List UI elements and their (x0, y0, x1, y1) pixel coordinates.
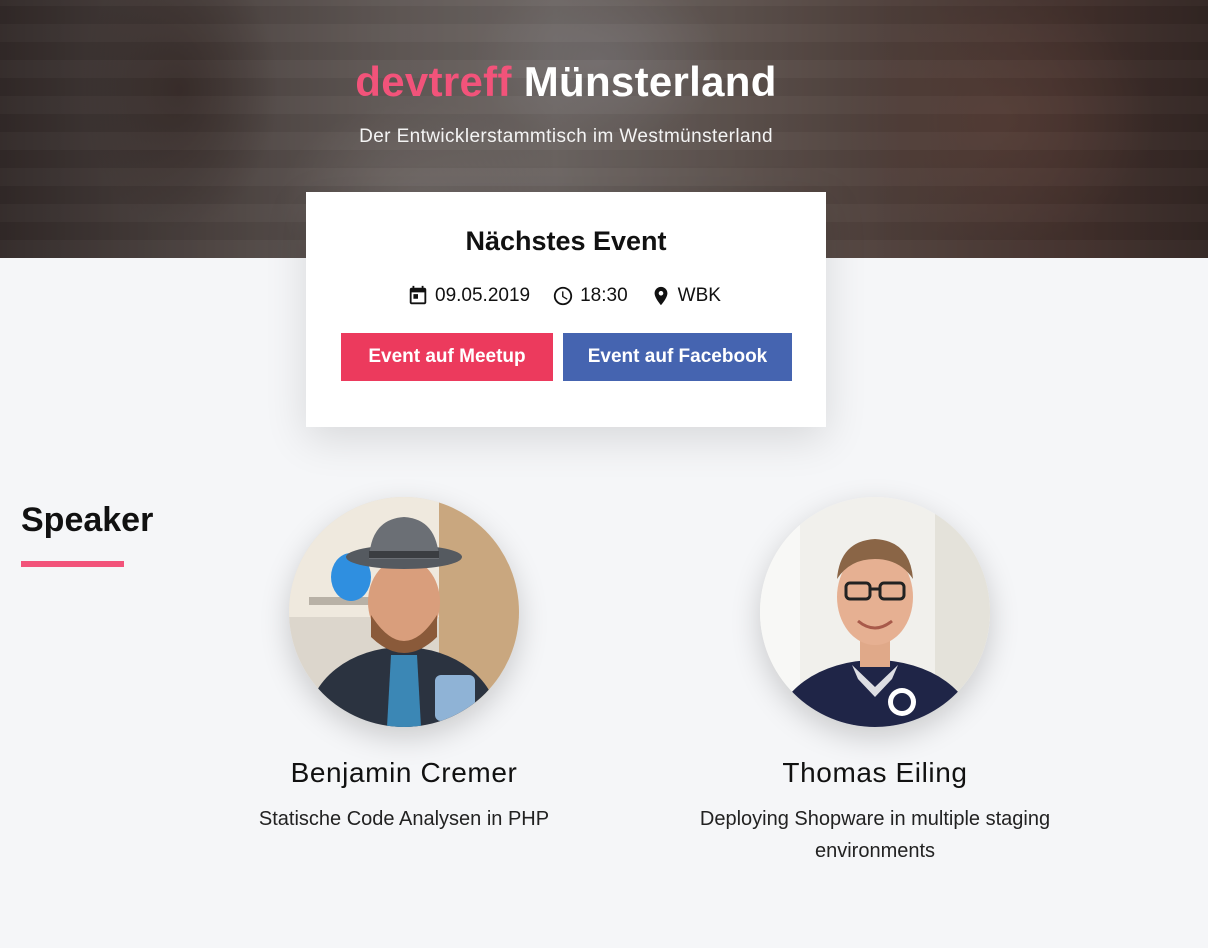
facebook-event-button[interactable]: Event auf Facebook (563, 333, 792, 381)
speaker-photo-benjamin (289, 497, 519, 727)
meetup-event-button[interactable]: Event auf Meetup (341, 333, 553, 381)
speaker-card: Benjamin Cremer Statische Code Analysen … (184, 497, 624, 835)
speaker-name: Thomas Eiling (782, 757, 968, 788)
site-title: devtreff Münsterland (0, 58, 1132, 106)
speaker-section-title: Speaker (21, 501, 154, 539)
site-title-accent: devtreff (355, 58, 512, 105)
next-event-heading: Nächstes Event (465, 226, 667, 256)
speaker-photo-thomas (760, 497, 990, 727)
speaker-talk-title: Deploying Shopware in multiple staging e… (699, 808, 1051, 862)
event-time: 18:30 (552, 285, 628, 307)
location-pin-icon (654, 286, 668, 306)
site-subtitle: Der Entwicklerstammtisch im Westmünsterl… (359, 126, 773, 147)
speaker-talk-title: Statische Code Analysen in PHP (258, 808, 550, 830)
speaker-name: Benjamin Cremer (290, 757, 518, 788)
site-title-region: Münsterland (523, 58, 777, 105)
section-title-underline (21, 561, 124, 567)
calendar-icon (409, 285, 427, 305)
event-time-value: 18:30 (580, 285, 628, 306)
speaker-avatar (760, 497, 990, 727)
event-location: WBK (650, 285, 721, 307)
clock-icon (553, 286, 573, 306)
event-meta: 09.05.2019 18:30 WBK (407, 282, 721, 310)
event-date: 09.05.2019 (407, 285, 530, 307)
event-location-value: WBK (677, 285, 721, 306)
speaker-card: Thomas Eiling Deploying Shopware in mult… (655, 497, 1095, 867)
event-date-value: 09.05.2019 (435, 285, 531, 306)
speaker-avatar (289, 497, 519, 727)
